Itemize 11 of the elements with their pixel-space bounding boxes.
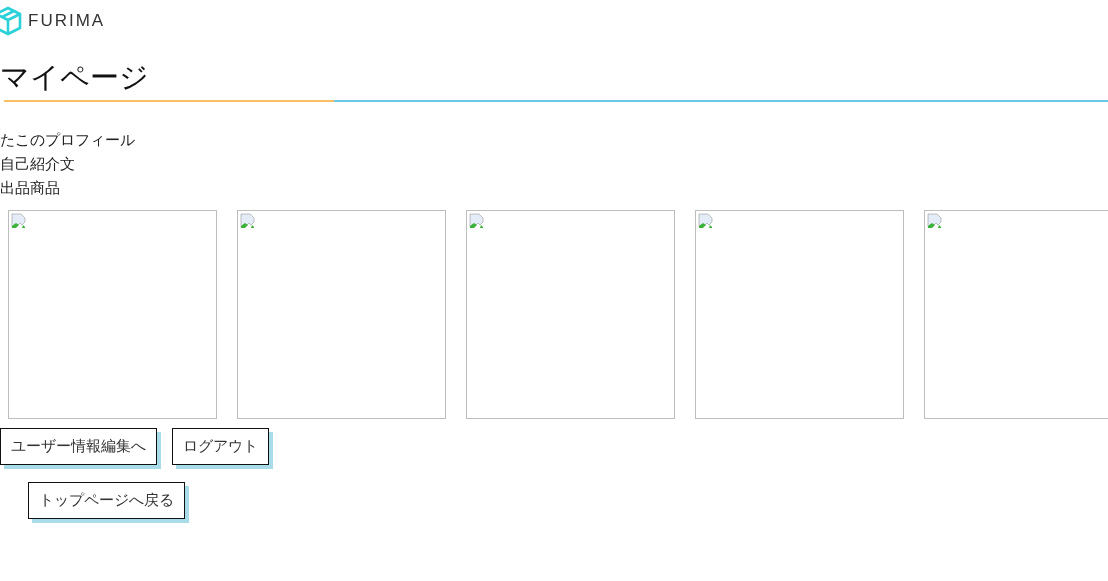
page-title: マイページ <box>0 59 150 96</box>
broken-image-icon <box>240 213 256 229</box>
cube-logo-icon <box>0 6 22 36</box>
profile-text: 自己紹介文 <box>0 154 75 175</box>
profile-text: たこのプロフィール <box>0 130 135 151</box>
broken-image-icon <box>469 213 485 229</box>
broken-image-icon <box>698 213 714 229</box>
logo-text: FURIMA <box>28 11 106 31</box>
broken-image-icon <box>11 213 27 229</box>
profile-text: 出品商品 <box>0 178 60 199</box>
broken-image-icon <box>927 213 943 229</box>
